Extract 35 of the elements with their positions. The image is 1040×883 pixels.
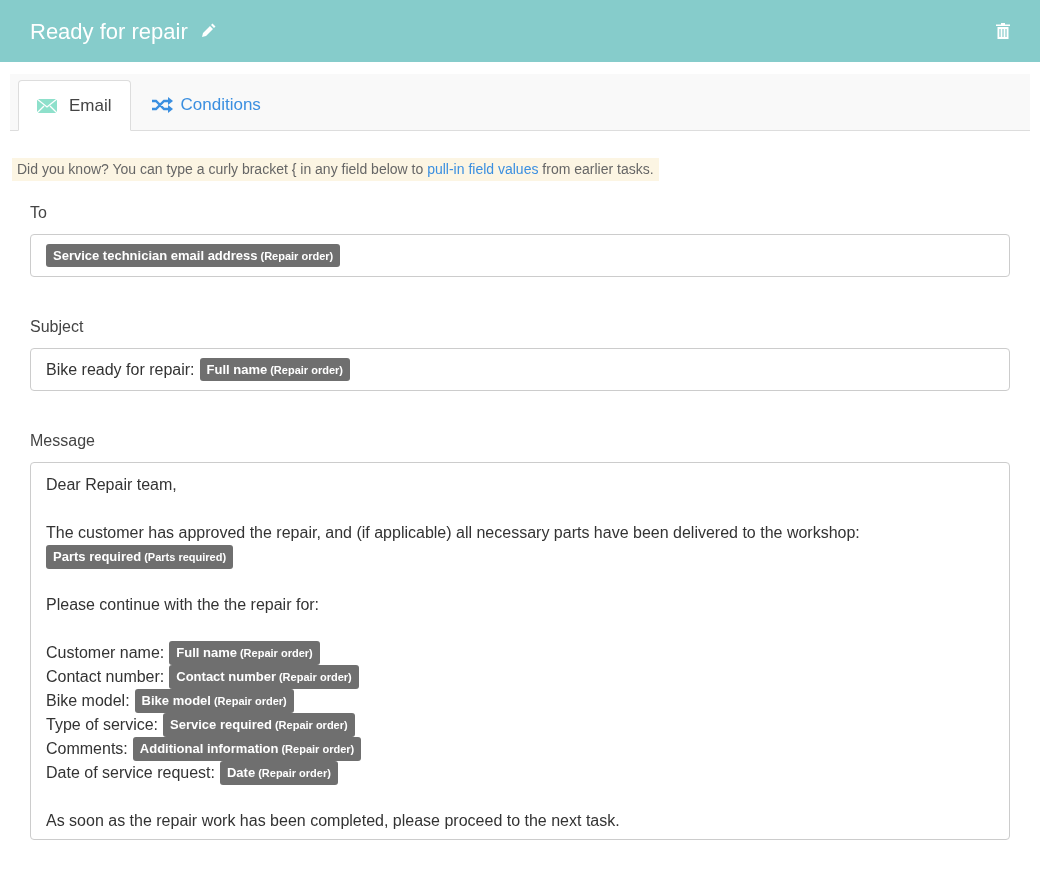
field-tag[interactable]: Full name (Repair order) (199, 357, 350, 382)
message-text: Please continue with the the repair for: (46, 595, 320, 615)
shuffle-icon (150, 96, 173, 113)
tab[interactable]: Conditions (130, 79, 281, 130)
message-text: Bike ready for repair: (46, 359, 195, 380)
input-field[interactable]: Service technician email address (Repair order) (30, 234, 1010, 277)
field-tag[interactable]: Full name (Repair order) (169, 641, 320, 665)
message-text: Contact number: (46, 667, 165, 687)
field-tag[interactable]: Parts required (Parts required) (46, 545, 234, 569)
task-title: Ready for repair (30, 17, 188, 46)
hint-text: Did you know? You can type a curly bracket { in any field below to pull-in field values from earlier tasks. (12, 158, 659, 181)
message-text: The customer has approved the repair, and (if applicable) all necessary parts have been delivered to the workshop: (46, 523, 860, 543)
field-tag[interactable]: Date (Repair order) (219, 761, 338, 785)
field-label: Subject (30, 317, 85, 337)
field-tag[interactable]: Service technician email address (Repair order) (46, 243, 341, 268)
message-text: Dear Repair team, (46, 475, 177, 495)
field-tag[interactable]: Service required (Repair order) (163, 713, 355, 737)
trash-icon[interactable] (996, 23, 1010, 39)
field-label: To (30, 203, 48, 223)
field-tag[interactable]: Contact number (Repair order) (169, 665, 359, 689)
message-text: Date of service request: (46, 763, 215, 783)
envelope-icon (37, 98, 57, 113)
message-text: As soon as the repair work has been completed, please proceed to the next task. (46, 811, 620, 831)
message-text: Bike model: (46, 691, 130, 711)
input-field[interactable]: Bike ready for repair: Full name (Repair order) (30, 348, 1010, 391)
field-label: Message (30, 431, 96, 451)
field-tag[interactable]: Additional information (Repair order) (132, 737, 362, 761)
pull-in-link[interactable]: pull-in field values (427, 161, 539, 177)
message-field[interactable] (30, 462, 1010, 840)
message-text: Customer name: (46, 643, 165, 663)
field-tag[interactable]: Bike model (Repair order) (134, 689, 294, 713)
message-text: Comments: (46, 739, 128, 759)
pencil-icon[interactable] (199, 23, 216, 39)
tab[interactable]: Email (18, 80, 131, 131)
message-text: Type of service: (46, 715, 159, 735)
